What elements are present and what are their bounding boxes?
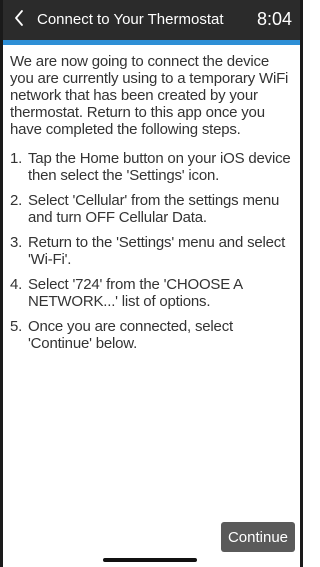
app-header: Connect to Your Thermostat 8:04 <box>3 0 300 40</box>
instructions-content: We are now going to connect the device y… <box>10 53 294 360</box>
step-number: 5. <box>10 318 23 335</box>
steps-list: 1. Tap the Home button on your iOS devic… <box>10 150 294 352</box>
back-button[interactable] <box>9 8 29 32</box>
chevron-left-icon <box>13 9 25 32</box>
step-text: Tap the Home button on your iOS device t… <box>28 150 291 184</box>
list-item: 3. Return to the 'Settings' menu and sel… <box>10 234 294 268</box>
step-text: Once you are connected, select 'Continue… <box>28 318 233 352</box>
list-item: 1. Tap the Home button on your iOS devic… <box>10 150 294 184</box>
step-number: 2. <box>10 192 23 209</box>
status-time: 8:04 <box>256 9 292 29</box>
step-number: 1. <box>10 150 23 167</box>
app-screen: Connect to Your Thermostat 8:04 We are n… <box>0 0 303 567</box>
header-accent-bar <box>3 40 300 45</box>
step-text: Select 'Cellular' from the settings menu… <box>28 192 280 226</box>
list-item: 5. Once you are connected, select 'Conti… <box>10 318 294 352</box>
list-item: 2. Select 'Cellular' from the settings m… <box>10 192 294 226</box>
continue-button[interactable]: Continue <box>221 522 295 552</box>
step-number: 4. <box>10 276 23 293</box>
list-item: 4. Select '724' from the 'CHOOSE A NETWO… <box>10 276 294 310</box>
page-title: Connect to Your Thermostat <box>37 11 224 28</box>
step-number: 3. <box>10 234 23 251</box>
step-text: Return to the 'Settings' menu and select… <box>28 234 286 268</box>
home-indicator[interactable] <box>103 558 197 562</box>
step-text: Select '724' from the 'CHOOSE A NETWORK.… <box>28 276 243 310</box>
intro-text: We are now going to connect the device y… <box>10 53 289 138</box>
